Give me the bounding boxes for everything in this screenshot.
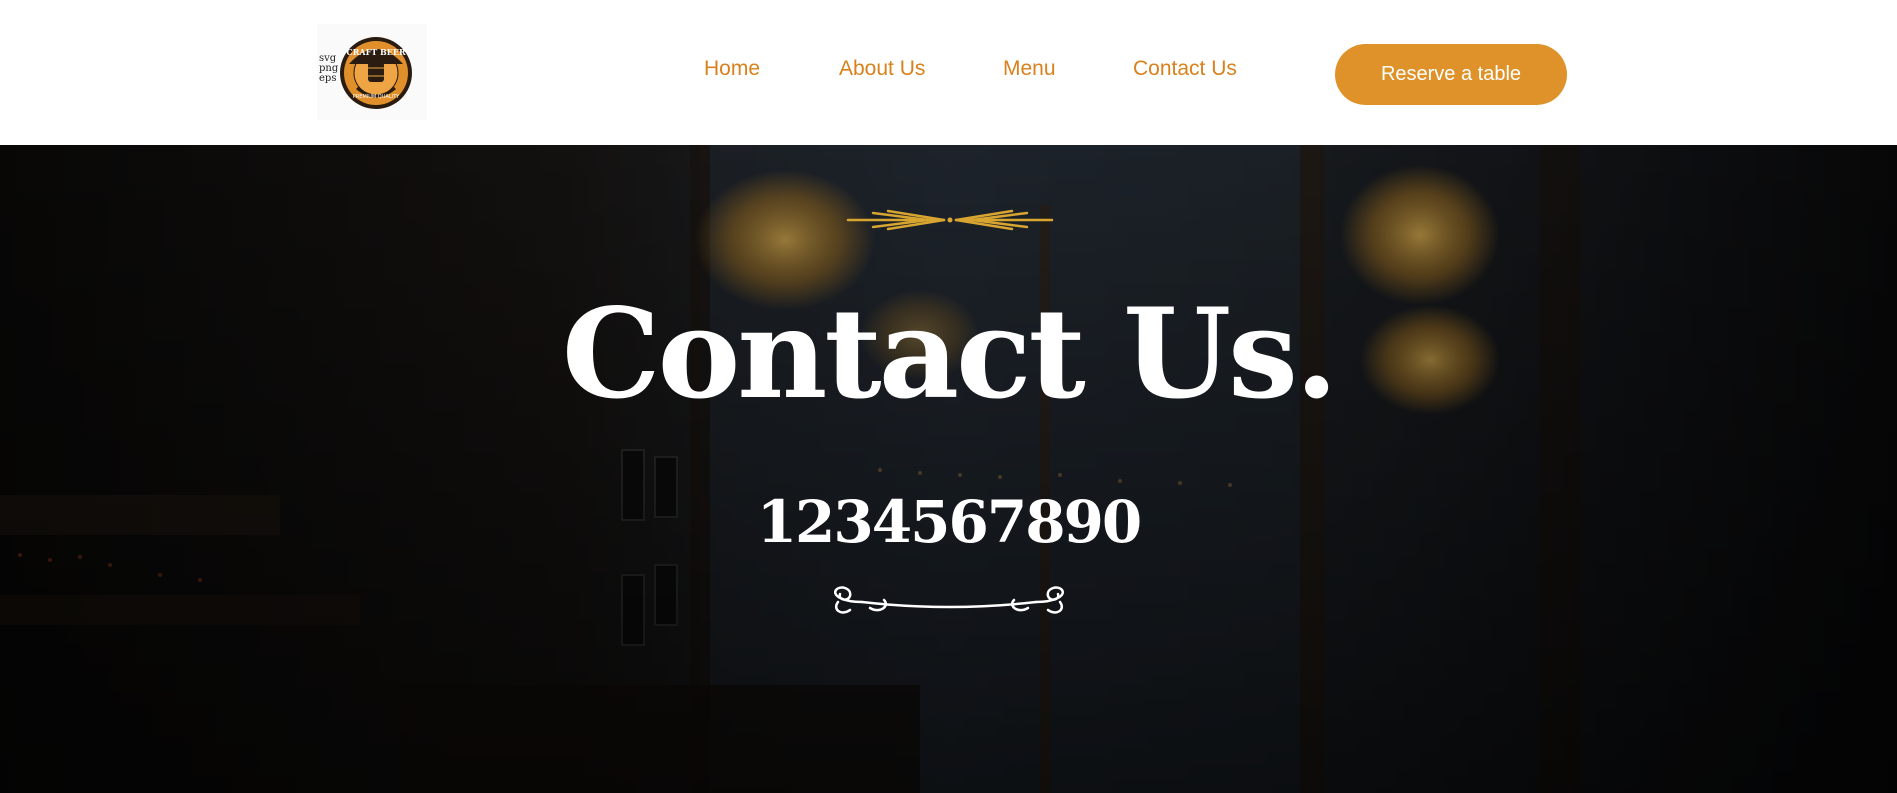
main-nav: Home About Us Menu Contact Us bbox=[0, 57, 1897, 87]
wheat-divider-icon bbox=[846, 209, 1054, 231]
logo-badge-bottom-text: PREMIUM QUALITY bbox=[353, 94, 400, 100]
nav-home-link[interactable]: Home bbox=[704, 57, 760, 81]
swirl-divider-icon bbox=[834, 586, 1064, 614]
nav-menu-link[interactable]: Menu bbox=[1003, 57, 1056, 81]
site-header: svg png eps CRAFT BEER PREMIUM QUALITY H… bbox=[0, 0, 1897, 145]
phone-number: 1234567890 bbox=[756, 488, 1143, 556]
logo-badge-top-text: CRAFT BEER bbox=[346, 47, 406, 57]
nav-about-link[interactable]: About Us bbox=[839, 57, 925, 81]
reserve-table-button[interactable]: Reserve a table bbox=[1335, 44, 1567, 105]
page-title: Contact Us. bbox=[561, 282, 1338, 427]
hero-section: Contact Us. 1234567890 bbox=[0, 145, 1897, 793]
nav-contact-link[interactable]: Contact Us bbox=[1133, 57, 1237, 81]
bar-interior-background-image bbox=[0, 145, 1897, 793]
